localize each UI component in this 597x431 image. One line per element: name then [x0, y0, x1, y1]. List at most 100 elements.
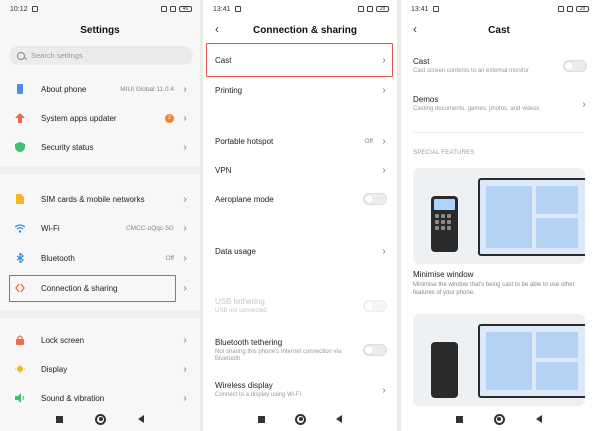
item-subtitle: Cast screen contents to an external moni… [413, 68, 530, 74]
recents-button[interactable] [258, 415, 265, 423]
status-bar: 13:41 28 [213, 4, 389, 14]
monitor-illustration [478, 324, 585, 398]
battery-icon: 28 [576, 6, 589, 12]
speaker-icon [15, 393, 25, 403]
chevron-right-icon: › [382, 245, 386, 257]
home-button[interactable] [493, 413, 505, 425]
chevron-right-icon: › [183, 282, 187, 294]
shield-icon [15, 142, 25, 152]
item-label: Portable hotspot [215, 136, 274, 146]
phone-icon [15, 84, 25, 94]
connection-item-vpn[interactable]: VPN › [203, 157, 397, 183]
item-subtitle: Connect to a display using Wi-Fi [215, 392, 302, 398]
search-placeholder: Search settings [31, 51, 83, 60]
item-label: Demos [413, 95, 439, 104]
separator [413, 132, 585, 133]
item-label-group: USB tethering USB not connected [215, 297, 363, 315]
notification-icon [432, 6, 439, 12]
settings-item-wifi[interactable]: Wi-Fi CMCC-uQqc-5G › [0, 215, 200, 241]
settings-item-about-phone[interactable]: About phone MIUI Global 11.0.4 › [0, 76, 200, 102]
connection-item-aeroplane-mode[interactable]: Aeroplane mode [203, 186, 397, 212]
back-button[interactable] [336, 415, 342, 423]
status-time: 10:12 [10, 5, 28, 13]
item-subtitle: USB not connected [215, 308, 267, 314]
chevron-right-icon: › [382, 135, 386, 147]
item-value: MIUI Global 11.0.4 [120, 85, 174, 93]
settings-item-security-status[interactable]: Security status › [0, 134, 200, 160]
chevron-right-icon: › [183, 83, 187, 95]
settings-item-lock-screen[interactable]: Lock screen › [0, 327, 200, 353]
chevron-right-icon: › [382, 384, 386, 396]
connection-item-data-usage[interactable]: Data usage › [203, 238, 397, 264]
demos-row[interactable]: Demos Casting documents, games, photos, … [401, 90, 597, 118]
page-title: Cast [488, 25, 510, 36]
update-badge: 2 [165, 113, 174, 123]
item-label-group: Cast Cast screen contents to an external… [413, 57, 563, 75]
phone-illustration [431, 196, 458, 252]
chevron-right-icon: › [183, 141, 187, 153]
search-input[interactable]: Search settings [9, 46, 193, 65]
item-label: SIM cards & mobile networks [41, 194, 145, 204]
signal-icon [558, 6, 564, 12]
item-label: Printing [215, 85, 243, 95]
recents-button[interactable] [56, 415, 63, 423]
navigation-bar [0, 407, 200, 431]
battery-icon: 46 [179, 6, 192, 12]
navigation-bar [401, 407, 597, 431]
bluetooth-tethering-toggle[interactable] [363, 344, 387, 356]
page-title: Settings [80, 25, 120, 36]
section-divider [0, 310, 200, 318]
item-value: Off [165, 254, 174, 262]
recents-button[interactable] [456, 415, 464, 423]
chevron-right-icon: › [183, 334, 187, 346]
back-button[interactable] [535, 415, 542, 423]
bluetooth-icon [15, 253, 25, 263]
item-label-group: Demos Casting documents, games, photos, … [413, 95, 581, 113]
feature-title: Minimise window [413, 270, 474, 279]
lock-icon [15, 335, 25, 345]
status-time: 13:41 [213, 5, 231, 13]
chevron-right-icon: › [382, 164, 386, 176]
connection-sharing-screen: 13:41 28 ‹ Connection & sharing Cast › P… [203, 0, 397, 431]
wifi-status-icon [567, 6, 573, 12]
wifi-status-icon [367, 6, 373, 12]
section-title: SPECIAL FEATURES [413, 150, 475, 156]
item-label: Security status [41, 142, 94, 152]
settings-item-sim-cards[interactable]: SIM cards & mobile networks › [0, 186, 200, 212]
connection-item-bluetooth-tethering[interactable]: Bluetooth tethering Not sharing this pho… [203, 334, 397, 366]
cast-toggle[interactable] [563, 60, 587, 72]
home-button[interactable] [295, 413, 306, 425]
chevron-right-icon: › [183, 392, 187, 404]
aeroplane-mode-toggle[interactable] [363, 193, 387, 205]
chevron-right-icon: › [183, 252, 187, 264]
connection-item-wireless-display[interactable]: Wireless display Connect to a display us… [203, 377, 397, 403]
settings-item-display[interactable]: Display › [0, 356, 200, 382]
chevron-right-icon: › [183, 112, 187, 124]
settings-item-bluetooth[interactable]: Bluetooth Off › [0, 245, 200, 271]
section-divider [0, 166, 200, 174]
home-button[interactable] [95, 413, 106, 425]
connection-item-printing[interactable]: Printing › [203, 77, 397, 103]
item-label: Bluetooth [41, 253, 75, 263]
item-value: Off [364, 137, 373, 145]
usb-tethering-toggle [363, 300, 387, 312]
monitor-illustration [478, 178, 585, 256]
feature-description: Minimise the window that's being cast to… [413, 282, 575, 296]
wifi-icon [15, 223, 25, 233]
back-button[interactable] [138, 415, 144, 423]
chevron-right-icon: › [382, 84, 386, 96]
settings-item-system-apps-updater[interactable]: System apps updater 2 › [0, 105, 200, 131]
chevron-right-icon: › [183, 222, 187, 234]
item-label: Data usage [215, 246, 256, 256]
item-label: System apps updater [41, 113, 117, 123]
notification-icon [31, 6, 38, 12]
page-title: Connection & sharing [253, 25, 357, 36]
connection-item-portable-hotspot[interactable]: Portable hotspot Off › [203, 128, 397, 154]
item-label: USB tethering [215, 297, 265, 306]
item-label: Lock screen [41, 335, 85, 345]
sim-card-icon [15, 194, 25, 204]
item-subtitle: Not sharing this phone's Internet connec… [215, 348, 342, 362]
status-bar: 13:41 28 [411, 4, 589, 14]
cast-toggle-row[interactable]: Cast Cast screen contents to an external… [401, 52, 597, 80]
chevron-right-icon: › [582, 98, 586, 110]
